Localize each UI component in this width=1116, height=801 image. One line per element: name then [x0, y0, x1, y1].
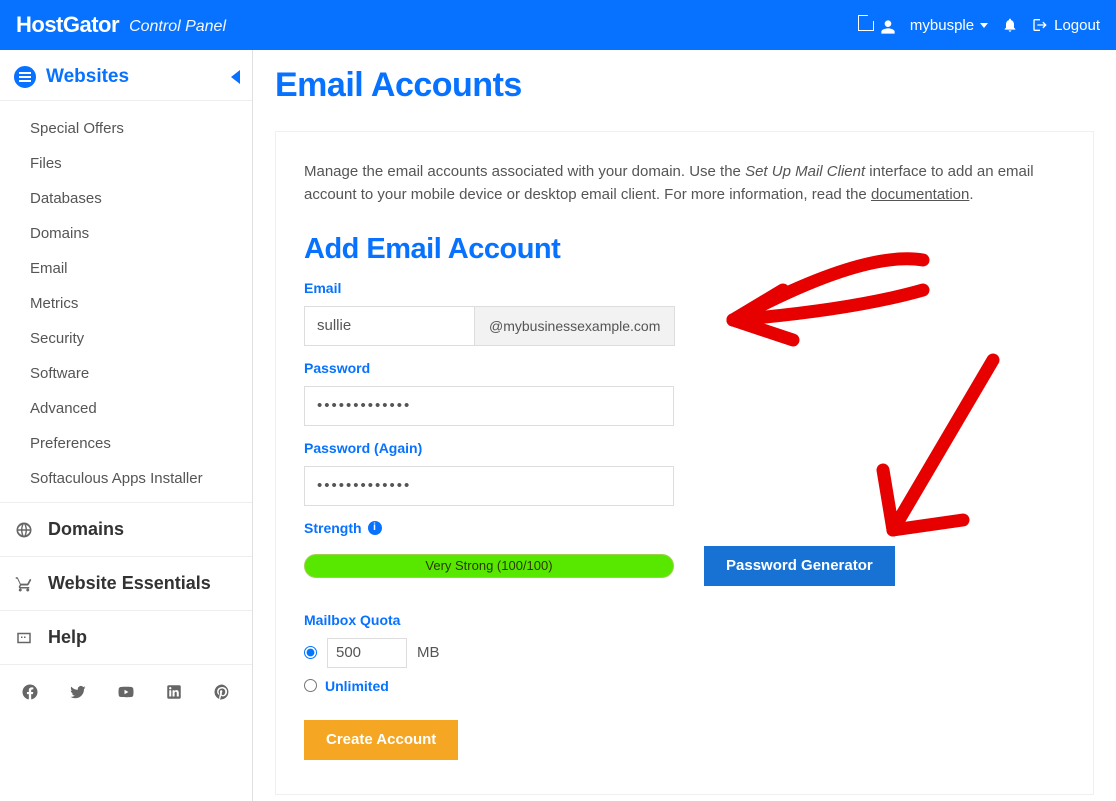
- section-title-domains: Domains: [48, 519, 124, 540]
- email-input[interactable]: [304, 306, 474, 346]
- info-icon[interactable]: i: [368, 521, 382, 535]
- header-right: mybusple Logout: [858, 15, 1100, 35]
- sidebar-item-files[interactable]: Files: [30, 146, 252, 181]
- page-title: Email Accounts: [253, 50, 1116, 115]
- sidebar-section-essentials[interactable]: Website Essentials: [0, 557, 252, 611]
- email-label: Email: [304, 280, 1065, 296]
- sidebar: Websites Special Offers Files Databases …: [0, 50, 253, 801]
- intro-part-1: Manage the email accounts associated wit…: [304, 163, 745, 180]
- layout: Websites Special Offers Files Databases …: [0, 50, 1116, 801]
- logout-label: Logout: [1054, 17, 1100, 34]
- logout-button[interactable]: Logout: [1032, 17, 1100, 34]
- section-title: Add Email Account: [304, 233, 1065, 266]
- social-row: [0, 665, 252, 724]
- sidebar-item-special-offers[interactable]: Special Offers: [30, 111, 252, 146]
- collapse-caret-icon[interactable]: [231, 70, 240, 84]
- sidebar-item-softaculous[interactable]: Softaculous Apps Installer: [30, 461, 252, 496]
- linkedin-icon[interactable]: [165, 683, 183, 706]
- create-account-button[interactable]: Create Account: [304, 720, 458, 760]
- email-row: @mybusinessexample.com: [304, 306, 1065, 346]
- domain-box: @mybusinessexample.com: [474, 306, 675, 346]
- quota-unit: MB: [417, 644, 440, 661]
- panel: Manage the email accounts associated wit…: [275, 131, 1094, 795]
- section-title-help: Help: [48, 627, 87, 648]
- menu-icon: [14, 66, 36, 88]
- user-icon: [880, 19, 896, 35]
- documentation-link[interactable]: documentation: [871, 186, 969, 203]
- section-title-essentials: Website Essentials: [48, 573, 211, 594]
- cart-icon: [14, 575, 34, 593]
- sidebar-item-advanced[interactable]: Advanced: [30, 391, 252, 426]
- content: Email Accounts Manage the email accounts…: [253, 50, 1116, 801]
- broken-image-icon: [858, 15, 874, 31]
- globe-icon: [14, 521, 34, 539]
- password-input[interactable]: [304, 386, 674, 426]
- intro-text: Manage the email accounts associated wit…: [304, 160, 1065, 207]
- username: mybusple: [910, 17, 974, 34]
- facebook-icon[interactable]: [21, 683, 39, 706]
- password-again-input[interactable]: [304, 466, 674, 506]
- pinterest-icon[interactable]: [213, 683, 231, 706]
- chevron-down-icon: [980, 23, 988, 28]
- sidebar-item-metrics[interactable]: Metrics: [30, 286, 252, 321]
- brand-logo: HostGator: [16, 12, 119, 38]
- password-again-label: Password (Again): [304, 440, 1065, 456]
- sidebar-item-security[interactable]: Security: [30, 321, 252, 356]
- quota-radio-fixed[interactable]: [304, 646, 317, 659]
- sidebar-section-domains[interactable]: Domains: [0, 503, 252, 557]
- password-generator-button[interactable]: Password Generator: [704, 546, 895, 586]
- bell-icon[interactable]: [1002, 17, 1018, 33]
- help-icon: [14, 629, 34, 647]
- youtube-icon[interactable]: [117, 683, 135, 706]
- sidebar-item-software[interactable]: Software: [30, 356, 252, 391]
- intro-part-3: .: [969, 186, 973, 203]
- quota-unlimited-row: Unlimited: [304, 678, 1065, 694]
- brand-subtitle: Control Panel: [129, 18, 226, 36]
- twitter-icon[interactable]: [69, 683, 87, 706]
- sidebar-section-help[interactable]: Help: [0, 611, 252, 665]
- sidebar-items: Special Offers Files Databases Domains E…: [0, 101, 252, 503]
- sidebar-item-email[interactable]: Email: [30, 251, 252, 286]
- strength-bar: Very Strong (100/100): [304, 554, 674, 578]
- sidebar-header: Websites: [0, 50, 252, 101]
- quota-input[interactable]: [327, 638, 407, 668]
- sidebar-item-databases[interactable]: Databases: [30, 181, 252, 216]
- strength-label: Strength i: [304, 520, 1065, 536]
- sidebar-item-domains[interactable]: Domains: [30, 216, 252, 251]
- quota-unlimited-label[interactable]: Unlimited: [325, 678, 389, 694]
- top-header: HostGator Control Panel mybusple Logout: [0, 0, 1116, 50]
- password-label: Password: [304, 360, 1065, 376]
- strength-row: Very Strong (100/100) Password Generator: [304, 546, 1065, 586]
- brand: HostGator Control Panel: [16, 12, 226, 38]
- quota-radio-unlimited[interactable]: [304, 679, 317, 692]
- intro-ital: Set Up Mail Client: [745, 163, 865, 180]
- sidebar-active-title[interactable]: Websites: [46, 66, 129, 88]
- logout-icon: [1032, 17, 1048, 33]
- quota-label: Mailbox Quota: [304, 612, 1065, 628]
- quota-row: MB: [304, 638, 1065, 668]
- sidebar-item-preferences[interactable]: Preferences: [30, 426, 252, 461]
- strength-label-text: Strength: [304, 520, 362, 536]
- username-dropdown[interactable]: mybusple: [910, 17, 988, 34]
